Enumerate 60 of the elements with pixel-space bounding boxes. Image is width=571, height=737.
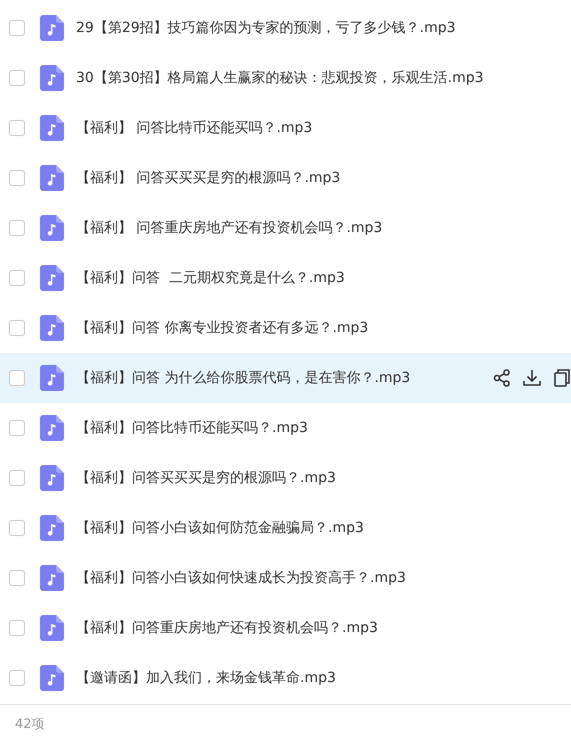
checkbox[interactable] <box>9 620 25 636</box>
checkbox[interactable] <box>9 670 25 686</box>
file-row[interactable]: 29【第29招】技巧篇你因为专家的预测，亏了多少钱？.mp3 <box>0 3 571 53</box>
file-name[interactable]: 29【第29招】技巧篇你因为专家的预测，亏了多少钱？.mp3 <box>76 19 456 37</box>
file-name[interactable]: 【福利】问答 二元期权究竟是什么？.mp3 <box>76 269 345 287</box>
file-name[interactable]: 【福利】 问答买买买是穷的根源吗？.mp3 <box>76 169 340 187</box>
file-row[interactable]: 【福利】问答小白该如何防范金融骗局？.mp3 <box>0 503 571 553</box>
file-name[interactable]: 30【第30招】格局篇人生赢家的秘诀：悲观投资，乐观生活.mp3 <box>76 69 484 87</box>
file-row[interactable]: 30【第30招】格局篇人生赢家的秘诀：悲观投资，乐观生活.mp3 <box>0 53 571 103</box>
file-row[interactable]: 【福利】 问答比特币还能买吗？.mp3 <box>0 103 571 153</box>
checkbox[interactable] <box>9 120 25 136</box>
music-file-icon <box>40 165 64 191</box>
file-name[interactable]: 【福利】问答买买买是穷的根源吗？.mp3 <box>76 469 336 487</box>
checkbox[interactable] <box>9 320 25 336</box>
music-file-icon <box>40 115 64 141</box>
music-file-icon <box>40 565 64 591</box>
music-file-icon <box>40 315 64 341</box>
download-icon[interactable] <box>522 368 542 388</box>
file-row[interactable]: 【福利】问答 你离专业投资者还有多远？.mp3 <box>0 303 571 353</box>
music-file-icon <box>40 615 64 641</box>
music-file-icon <box>40 215 64 241</box>
file-row[interactable]: 【福利】 问答买买买是穷的根源吗？.mp3 <box>0 153 571 203</box>
copy-icon[interactable] <box>552 368 571 388</box>
music-file-icon <box>40 65 64 91</box>
file-row[interactable]: 【邀请函】加入我们，来场金钱革命.mp3 <box>0 653 571 703</box>
music-file-icon <box>40 465 64 491</box>
file-name[interactable]: 【福利】问答重庆房地产还有投资机会吗？.mp3 <box>76 619 378 637</box>
checkbox[interactable] <box>9 570 25 586</box>
file-name[interactable]: 【福利】问答小白该如何防范金融骗局？.mp3 <box>76 519 364 537</box>
checkbox[interactable] <box>9 70 25 86</box>
checkbox[interactable] <box>9 370 25 386</box>
file-row[interactable]: 【福利】问答小白该如何快速成长为投资高手？.mp3 <box>0 553 571 603</box>
checkbox[interactable] <box>9 170 25 186</box>
checkbox[interactable] <box>9 520 25 536</box>
music-file-icon <box>40 15 64 41</box>
checkbox[interactable] <box>9 20 25 36</box>
file-name[interactable]: 【福利】问答 你离专业投资者还有多远？.mp3 <box>76 319 368 337</box>
file-name[interactable]: 【福利】问答 为什么给你股票代码，是在害你？.mp3 <box>76 369 410 387</box>
file-name[interactable]: 【福利】问答小白该如何快速成长为投资高手？.mp3 <box>76 569 406 587</box>
checkbox[interactable] <box>9 470 25 486</box>
music-file-icon <box>40 665 64 691</box>
file-row[interactable]: 【福利】 问答重庆房地产还有投资机会吗？.mp3 <box>0 203 571 253</box>
share-icon[interactable] <box>492 368 512 388</box>
item-count: 42项 <box>15 716 45 733</box>
checkbox[interactable] <box>9 220 25 236</box>
file-row[interactable]: 【福利】问答重庆房地产还有投资机会吗？.mp3 <box>0 603 571 653</box>
music-file-icon <box>40 265 64 291</box>
checkbox[interactable] <box>9 270 25 286</box>
file-name[interactable]: 【福利】 问答比特币还能买吗？.mp3 <box>76 119 312 137</box>
file-name[interactable]: 【福利】 问答重庆房地产还有投资机会吗？.mp3 <box>76 219 382 237</box>
music-file-icon <box>40 515 64 541</box>
checkbox[interactable] <box>9 420 25 436</box>
file-row[interactable]: 【福利】问答 二元期权究竟是什么？.mp3 <box>0 253 571 303</box>
file-name[interactable]: 【福利】问答比特币还能买吗？.mp3 <box>76 419 308 437</box>
file-row[interactable]: 【福利】问答 为什么给你股票代码，是在害你？.mp3 <box>0 353 571 403</box>
file-row[interactable]: 【福利】问答比特币还能买吗？.mp3 <box>0 403 571 453</box>
music-file-icon <box>40 365 64 391</box>
music-file-icon <box>40 415 64 441</box>
file-name[interactable]: 【邀请函】加入我们，来场金钱革命.mp3 <box>76 669 336 687</box>
file-row[interactable]: 【福利】问答买买买是穷的根源吗？.mp3 <box>0 453 571 503</box>
